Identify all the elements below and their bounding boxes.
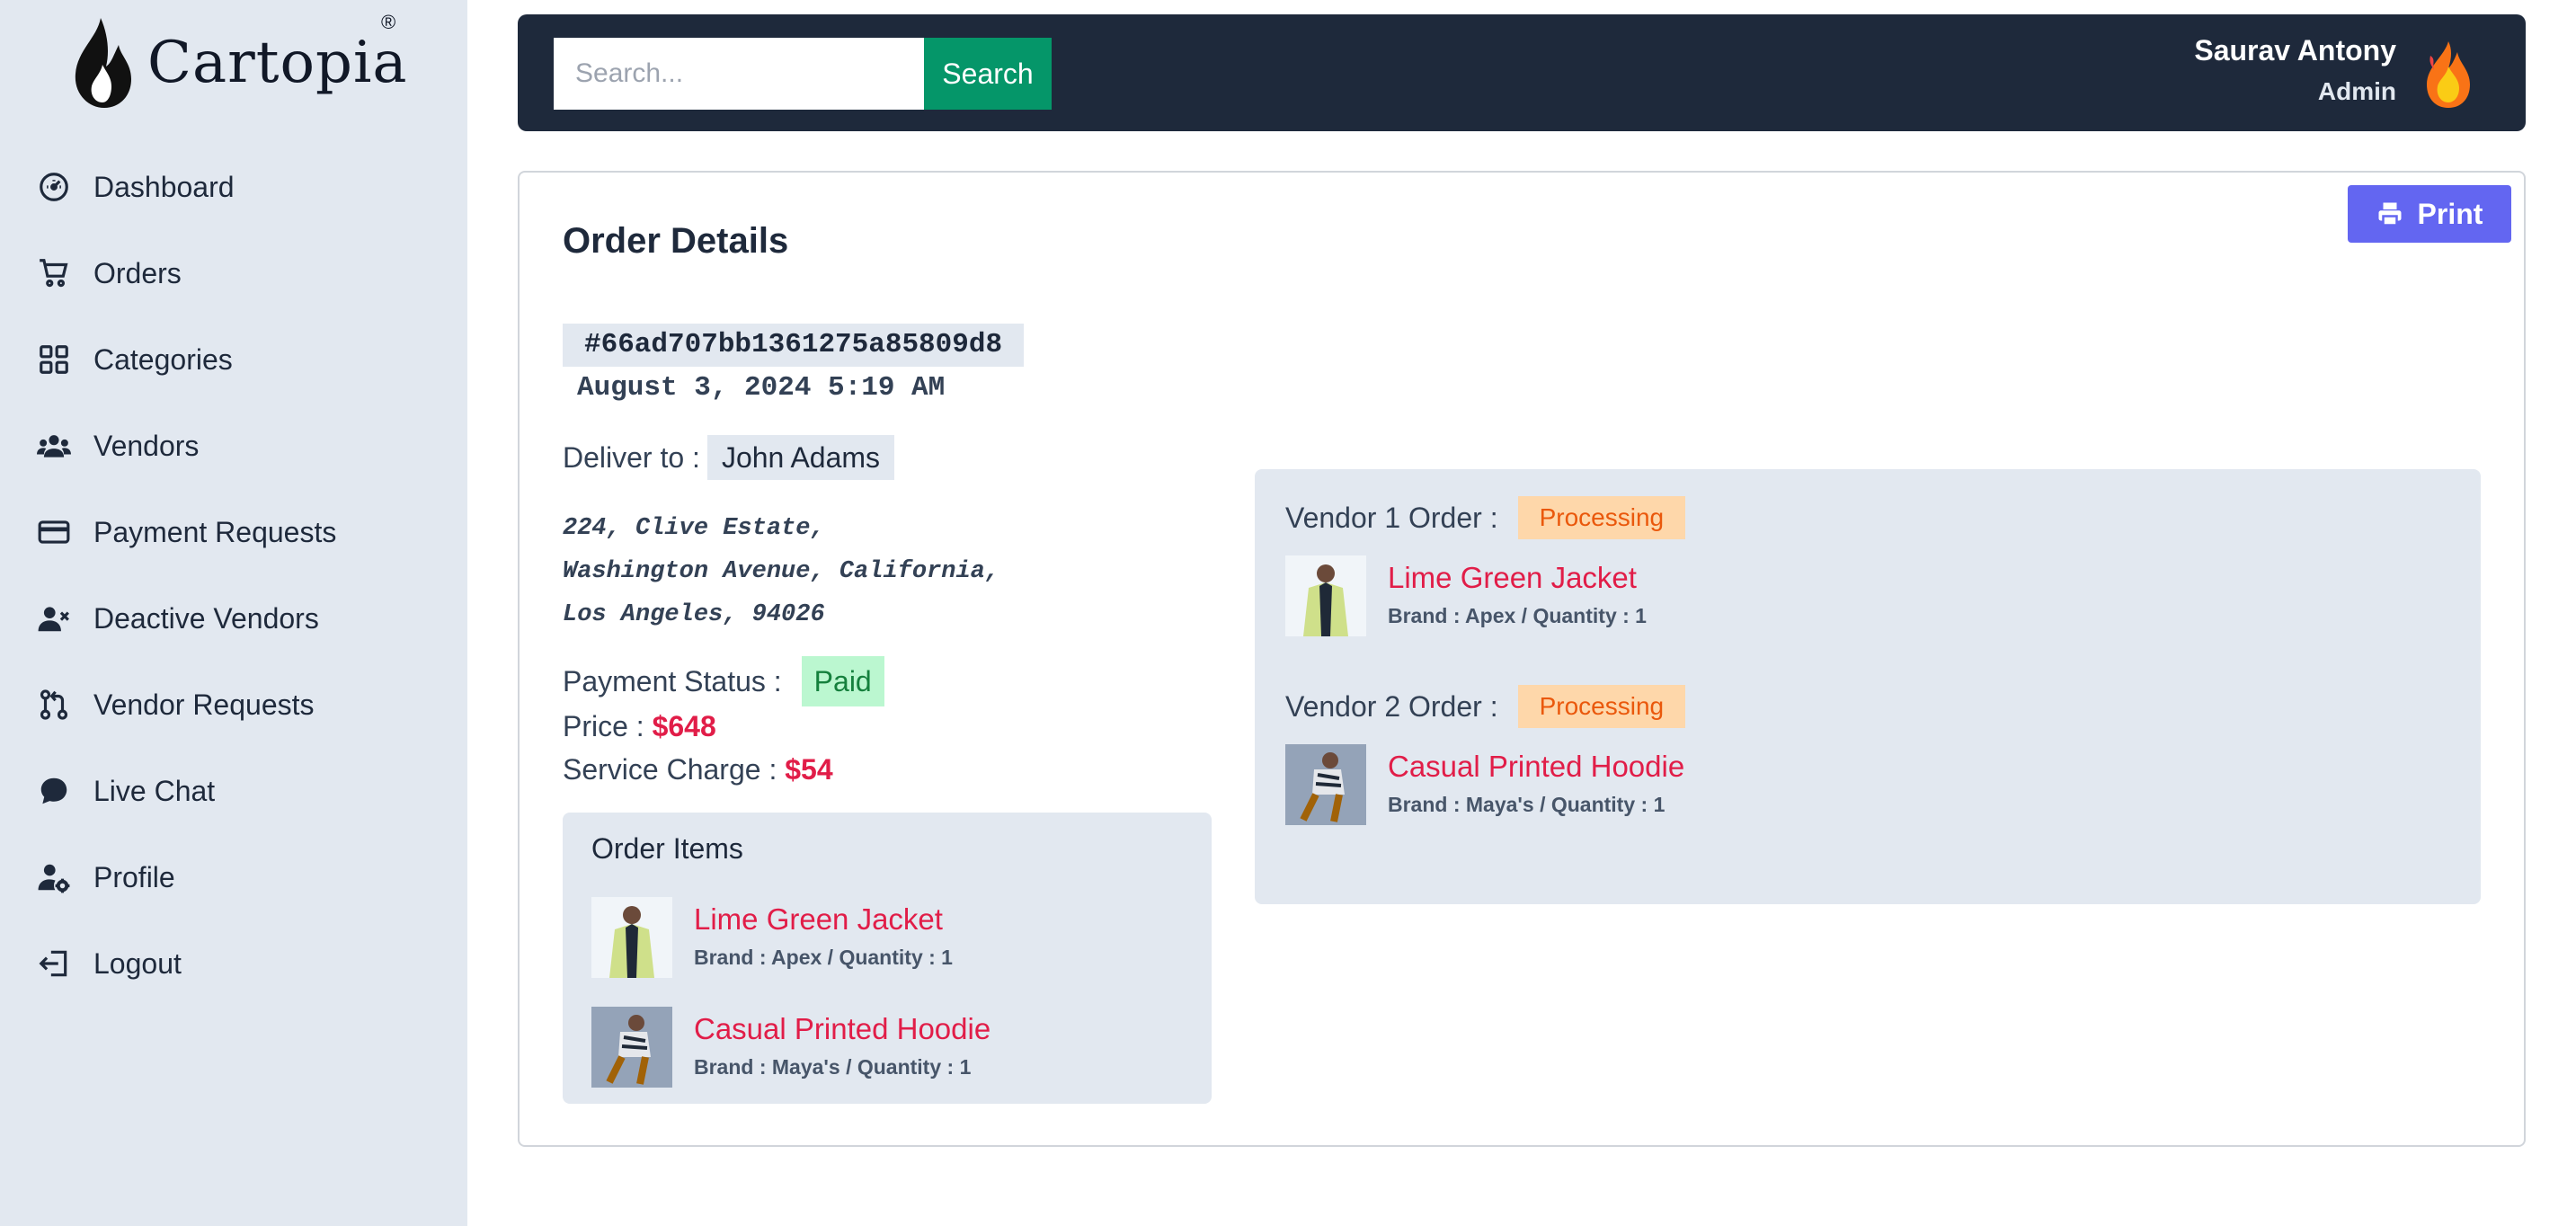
hoodie-product-image <box>1285 744 1366 825</box>
grid-icon <box>36 342 72 378</box>
order-details-card: Print Order Details #66ad707bb1361275a85… <box>518 171 2526 1147</box>
sidebar-item-orders[interactable]: Orders <box>0 230 467 316</box>
sidebar-item-label: Profile <box>93 860 175 893</box>
sidebar-item-vendors[interactable]: Vendors <box>0 403 467 489</box>
vendor-order-header: Vendor 1 Order : Processing <box>1285 496 1686 539</box>
service-charge-label: Service Charge : <box>563 753 777 786</box>
printer-icon <box>2378 202 2402 227</box>
print-button[interactable]: Print <box>2348 185 2511 243</box>
avatar[interactable] <box>2412 38 2484 110</box>
price-value: $648 <box>652 710 716 742</box>
sidebar-item-label: Vendor Requests <box>93 688 315 721</box>
sidebar-item-label: Orders <box>93 256 182 289</box>
hoodie-product-image <box>591 1007 672 1088</box>
sidebar-nav: Dashboard Orders Categories Vendors Paym… <box>0 144 467 1007</box>
vendor-order-header: Vendor 2 Order : Processing <box>1285 685 1686 728</box>
status-badge: Processing <box>1517 685 1686 728</box>
payment-status-label: Payment Status : <box>563 664 782 697</box>
deliver-row: Deliver to : John Adams <box>563 435 895 480</box>
payment-status-row: Payment Status : Paid <box>563 656 884 706</box>
brand-logo[interactable]: Cartopia <box>70 16 408 110</box>
order-items-title: Order Items <box>591 832 743 865</box>
product-name[interactable]: Casual Printed Hoodie <box>1388 750 1684 784</box>
address-line: 224, Clive Estate, <box>563 515 825 542</box>
address-line: Los Angeles, 94026 <box>563 601 825 628</box>
logout-icon <box>36 946 72 982</box>
status-badge: Processing <box>1517 496 1686 539</box>
jacket-product-image <box>1285 555 1366 636</box>
users-icon <box>36 428 72 464</box>
list-item: Casual Printed Hoodie Brand : Maya's / Q… <box>591 1007 990 1088</box>
sidebar-item-label: Categories <box>93 342 233 376</box>
sidebar-item-label: Vendors <box>93 429 200 462</box>
sidebar-item-label: Deactive Vendors <box>93 601 319 635</box>
status-badge: Paid <box>801 656 884 706</box>
list-item: Lime Green Jacket Brand : Apex / Quantit… <box>591 897 953 978</box>
git-pull-request-icon <box>36 687 72 723</box>
product-name[interactable]: Lime Green Jacket <box>1388 561 1647 595</box>
sidebar-item-dashboard[interactable]: Dashboard <box>0 144 467 230</box>
user-x-icon <box>36 600 72 636</box>
gauge-icon <box>36 169 72 205</box>
brand-name: Cartopia <box>147 30 408 96</box>
app-root: Cartopia ® Dashboard Orders Categories V… <box>0 0 2576 1226</box>
deliver-name: John Adams <box>706 435 895 480</box>
chat-icon <box>36 773 72 809</box>
order-id: #66ad707bb1361275a85809d8 <box>563 324 1025 367</box>
price-label: Price : <box>563 710 644 742</box>
sidebar-item-categories[interactable]: Categories <box>0 316 467 403</box>
list-item: Lime Green Jacket Brand : Apex / Quantit… <box>1285 555 1647 636</box>
sidebar-item-payment-requests[interactable]: Payment Requests <box>0 489 467 575</box>
order-items-panel: Order Items Lime Green Jacket Brand : Ap… <box>563 813 1212 1104</box>
sidebar-item-vendor-requests[interactable]: Vendor Requests <box>0 662 467 748</box>
service-charge-value: $54 <box>785 753 833 786</box>
top-header: Search Saurav Antony Admin <box>518 14 2526 131</box>
print-label: Print <box>2417 197 2483 230</box>
list-item: Casual Printed Hoodie Brand : Maya's / Q… <box>1285 744 1684 825</box>
price-row: Price : $648 <box>563 710 716 743</box>
flame-logo-icon <box>75 18 131 108</box>
sidebar: Cartopia ® Dashboard Orders Categories V… <box>0 0 467 1226</box>
user-role: Admin <box>2317 77 2396 105</box>
cart-icon <box>36 255 72 291</box>
search-input[interactable] <box>554 38 924 110</box>
sidebar-item-label: Payment Requests <box>93 515 337 548</box>
sidebar-item-live-chat[interactable]: Live Chat <box>0 748 467 834</box>
order-date: August 3, 2024 5:19 AM <box>577 372 946 404</box>
credit-card-icon <box>36 514 72 550</box>
search-button[interactable]: Search <box>924 38 1052 110</box>
product-meta: Brand : Maya's / Quantity : 1 <box>694 1055 972 1079</box>
vendor-orders-panel: Vendor 1 Order : Processing Lime Green J… <box>1255 469 2481 904</box>
user-gear-icon <box>36 859 72 895</box>
sidebar-item-label: Dashboard <box>93 170 235 203</box>
vendor-order-label: Vendor 2 Order : <box>1285 689 1498 723</box>
service-charge-row: Service Charge : $54 <box>563 753 833 786</box>
delivery-address: 224, Clive Estate, Washington Avenue, Ca… <box>563 507 999 636</box>
product-meta: Brand : Apex / Quantity : 1 <box>1388 604 1647 627</box>
product-meta: Brand : Maya's / Quantity : 1 <box>1388 793 1666 816</box>
product-meta: Brand : Apex / Quantity : 1 <box>694 946 953 969</box>
sidebar-item-profile[interactable]: Profile <box>0 834 467 920</box>
deliver-label: Deliver to : <box>563 440 700 474</box>
sidebar-item-label: Logout <box>93 946 182 980</box>
address-line: Washington Avenue, California, <box>563 558 1000 585</box>
product-name[interactable]: Lime Green Jacket <box>694 902 953 937</box>
sidebar-item-logout[interactable]: Logout <box>0 920 467 1007</box>
registered-mark: ® <box>381 11 396 33</box>
vendor-order-label: Vendor 1 Order : <box>1285 501 1498 534</box>
user-name: Saurav Antony <box>2194 34 2396 67</box>
page-title: Order Details <box>563 221 789 261</box>
sidebar-item-deactive-vendors[interactable]: Deactive Vendors <box>0 575 467 662</box>
jacket-product-image <box>591 897 672 978</box>
sidebar-item-label: Live Chat <box>93 774 216 807</box>
product-name[interactable]: Casual Printed Hoodie <box>694 1012 990 1046</box>
